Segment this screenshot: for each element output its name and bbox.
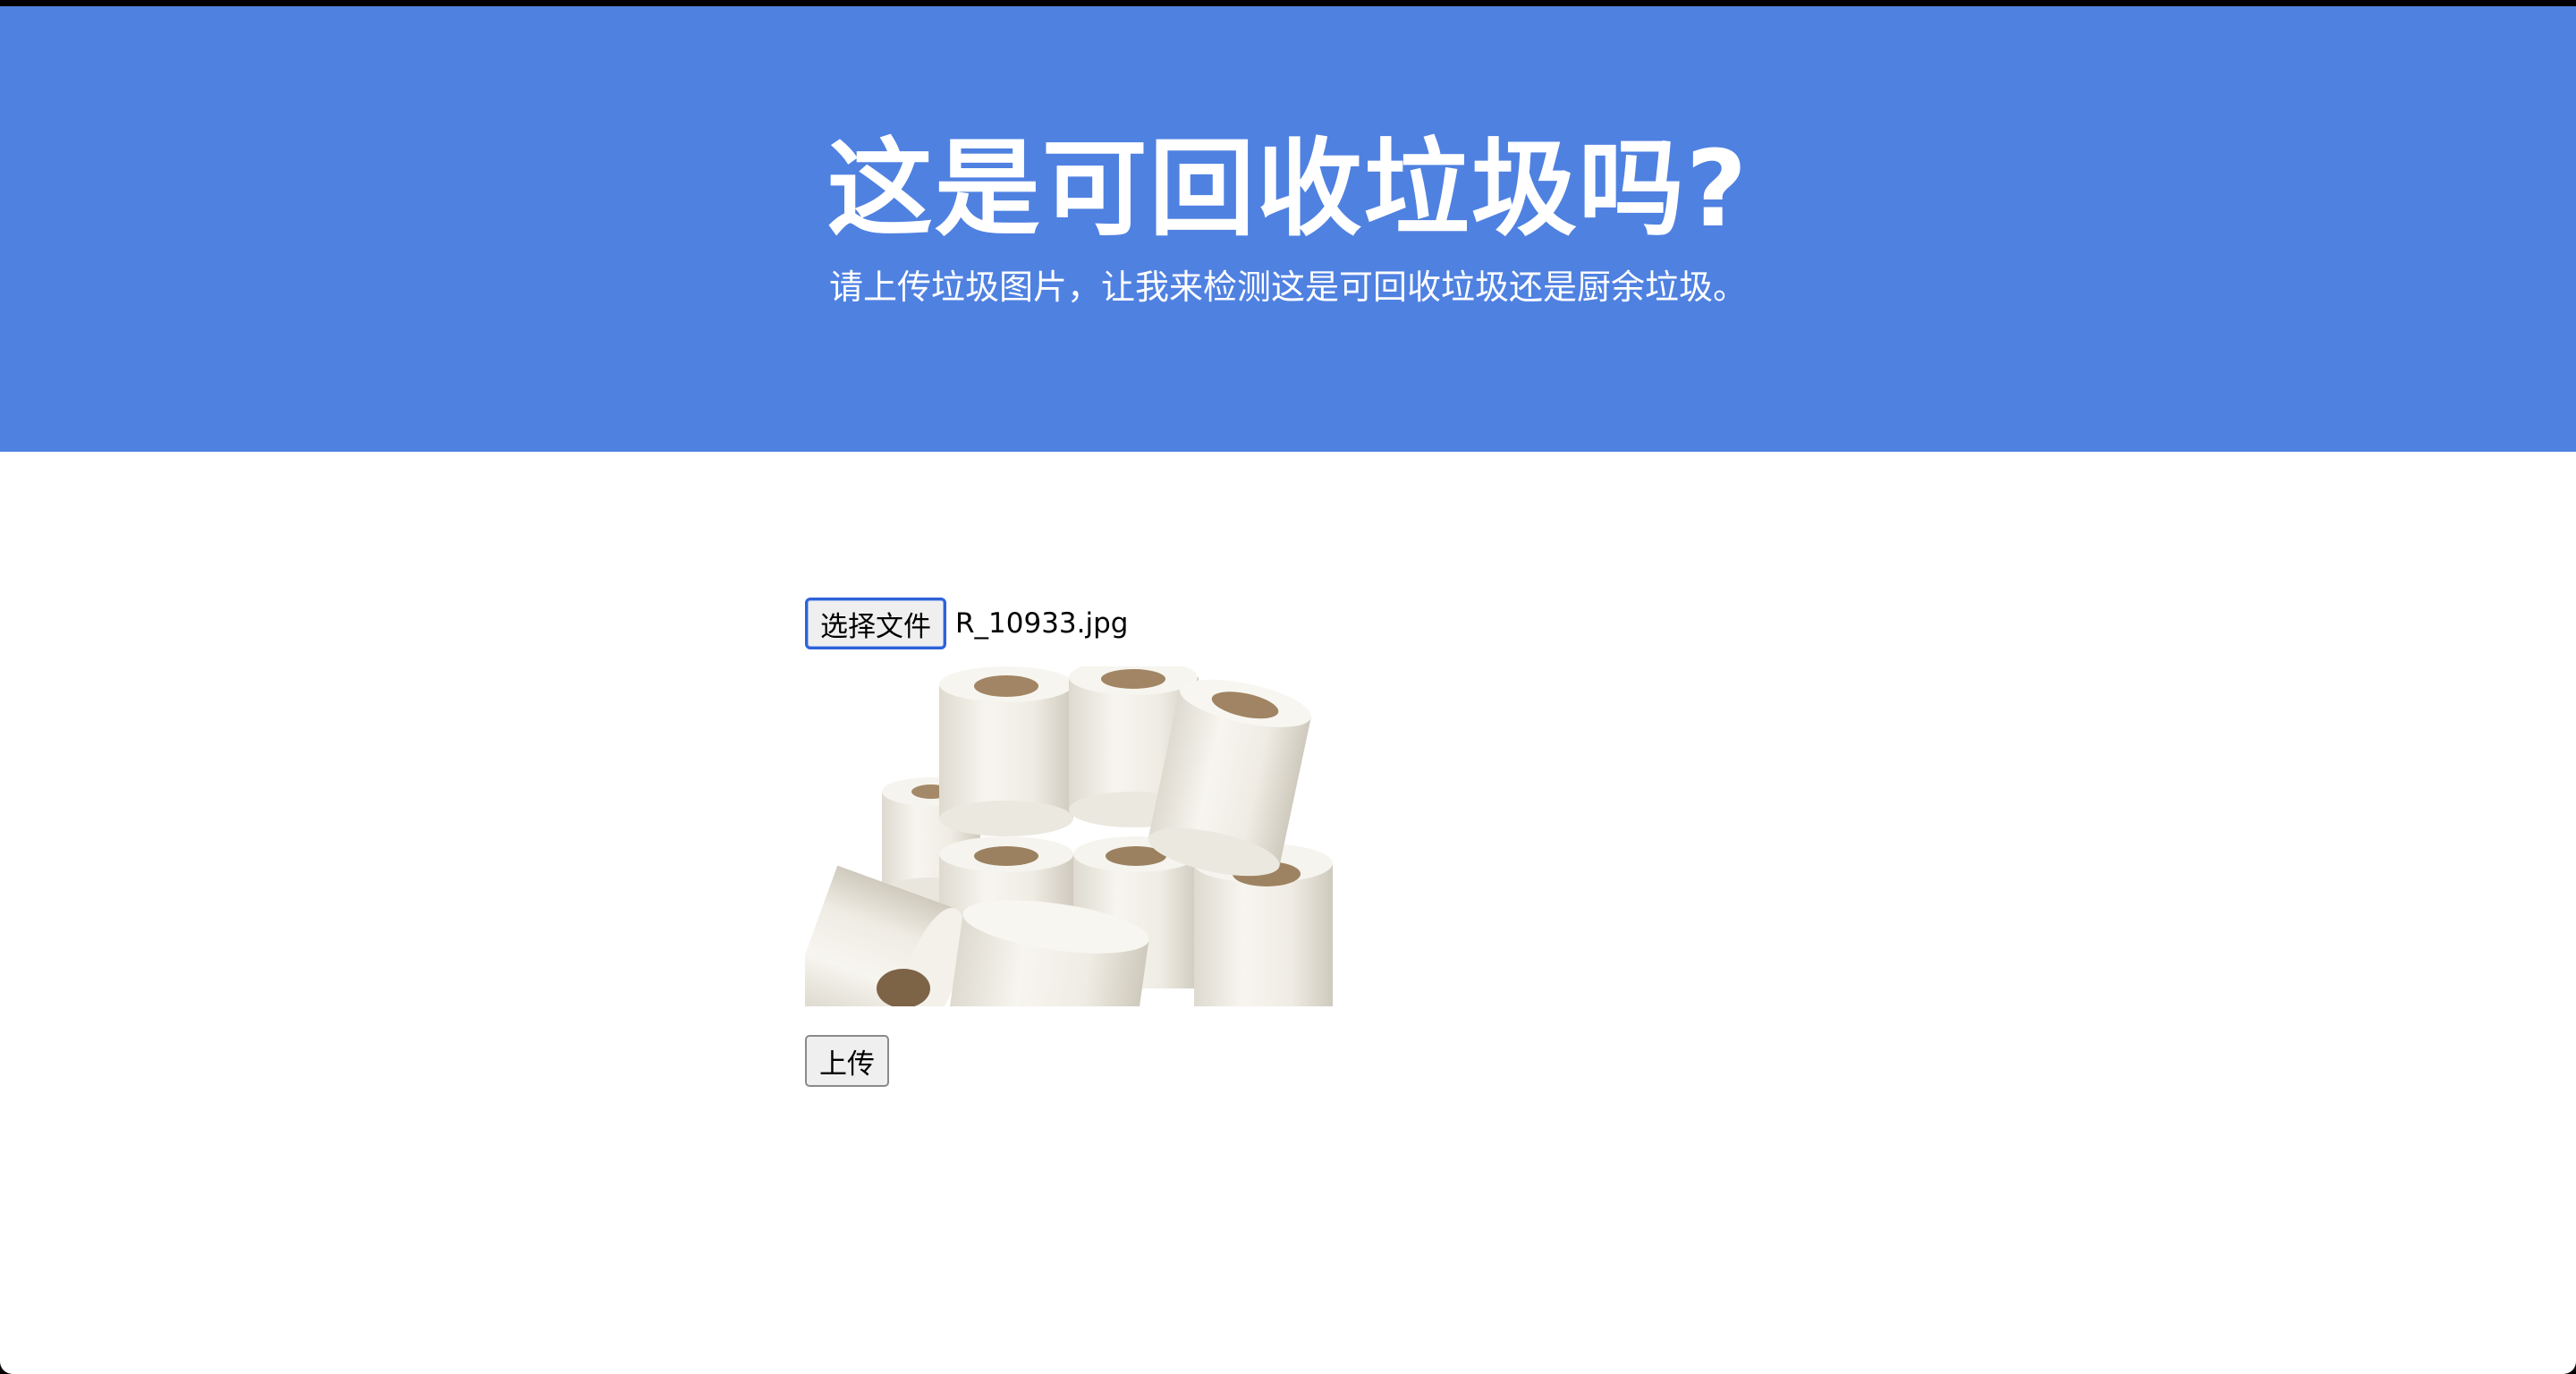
toilet-paper-roll [939, 666, 1073, 836]
file-input[interactable]: 选择文件 R_10933.jpg [805, 598, 1128, 649]
page-subtitle: 请上传垃圾图片，让我来检测这是可回收垃圾还是厨余垃圾。 [828, 267, 1747, 307]
upload-form: 选择文件 R_10933.jpg 上传 [805, 452, 1878, 1346]
upload-button[interactable]: 上传 [805, 1035, 889, 1087]
choose-file-button[interactable]: 选择文件 [805, 598, 946, 649]
selected-file-name: R_10933.jpg [955, 607, 1129, 640]
roll-core [877, 969, 930, 1006]
image-preview [805, 666, 1333, 1006]
page-title: 这是可回收垃圾吗? [826, 127, 1750, 250]
browser-viewport: 这是可回收垃圾吗? 请上传垃圾图片，让我来检测这是可回收垃圾还是厨余垃圾。 选择… [0, 6, 2576, 1374]
hero-banner: 这是可回收垃圾吗? 请上传垃圾图片，让我来检测这是可回收垃圾还是厨余垃圾。 [0, 6, 2576, 452]
